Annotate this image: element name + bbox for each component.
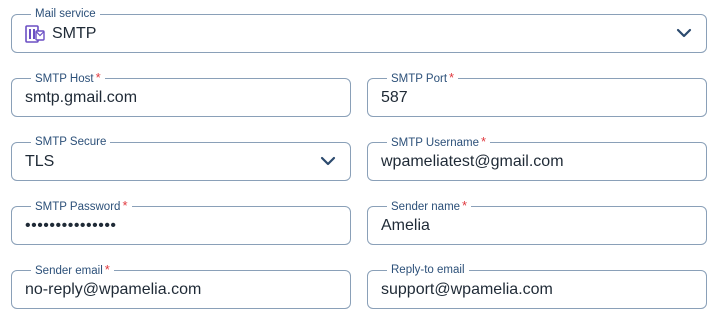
smtp-secure-value: TLS <box>25 153 55 170</box>
smtp-secure-select[interactable]: SMTP Secure TLS <box>11 135 351 181</box>
smtp-username-input[interactable]: wpameliatest@gmail.com <box>381 143 564 180</box>
sender-email-input[interactable]: no-reply@wpamelia.com <box>25 271 201 308</box>
reply-to-email-field[interactable]: Reply-to email support@wpamelia.com <box>367 263 707 309</box>
required-mark: * <box>122 198 128 213</box>
sender-email-field[interactable]: Sender email * no-reply@wpamelia.com <box>11 263 351 309</box>
mail-service-select[interactable]: Mail service SMTP <box>11 7 707 53</box>
sender-name-field[interactable]: Sender name * Amelia <box>367 199 707 245</box>
reply-to-email-input[interactable]: support@wpamelia.com <box>381 271 553 308</box>
smtp-host-field[interactable]: SMTP Host * smtp.gmail.com <box>11 71 351 117</box>
smtp-username-field[interactable]: SMTP Username * wpameliatest@gmail.com <box>367 135 707 181</box>
smtp-password-field[interactable]: SMTP Password * ••••••••••••••• <box>11 199 351 245</box>
chevron-down-icon[interactable] <box>320 155 336 167</box>
smtp-port-input[interactable]: 587 <box>381 79 408 116</box>
smtp-port-field[interactable]: SMTP Port * 587 <box>367 71 707 117</box>
required-mark: * <box>449 70 455 85</box>
mail-service-value: SMTP <box>52 25 97 42</box>
chevron-down-icon[interactable] <box>676 27 692 39</box>
smtp-server-icon <box>25 25 45 43</box>
sender-name-input[interactable]: Amelia <box>381 207 430 244</box>
smtp-host-input[interactable]: smtp.gmail.com <box>25 79 137 116</box>
required-mark: * <box>462 198 468 213</box>
smtp-password-input[interactable]: ••••••••••••••• <box>25 207 117 244</box>
